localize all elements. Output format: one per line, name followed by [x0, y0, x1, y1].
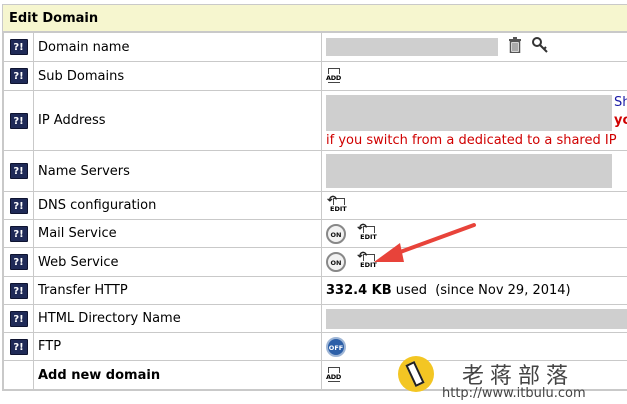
help-icon[interactable]: ?! — [9, 282, 28, 299]
add-new-domain-label: Add new domain — [33, 360, 322, 390]
panel-title: Edit Domain — [3, 5, 627, 32]
help-icon[interactable]: ?! — [9, 112, 28, 129]
table-row: ?! Transfer HTTP 332.4 KB used (since No… — [3, 276, 627, 305]
edit-mail-icon[interactable]: ↶ EDIT — [356, 222, 380, 245]
add-subdomain-icon[interactable]: ADD — [326, 67, 342, 85]
table-row: ?! DNS configuration ↶ EDIT — [3, 191, 627, 220]
mail-service-label: Mail Service — [33, 219, 322, 248]
web-service-toggle[interactable]: ON — [326, 252, 346, 272]
help-icon[interactable]: ?! — [9, 39, 28, 55]
domain-name-value-redacted — [326, 38, 498, 56]
ip-warning: if you switch from a dedicated to a shar… — [326, 133, 617, 148]
edit-dns-icon[interactable]: ↶ EDIT — [326, 194, 350, 217]
html-directory-redacted[interactable] — [326, 308, 627, 329]
ip-note-text: you — [614, 113, 627, 128]
table-row: ?! Web Service ON ↶ EDIT — [3, 247, 627, 277]
table-row: ?! Name Servers — [3, 150, 627, 192]
watermark-url: http://www.itbulu.com — [442, 386, 586, 401]
transfer-used-text: used — [395, 283, 428, 298]
ip-select-redacted[interactable] — [326, 95, 612, 131]
html-directory-label: HTML Directory Name — [33, 304, 322, 333]
table-row: ?! HTML Directory Name — [3, 304, 627, 333]
domain-name-label: Domain name — [33, 32, 322, 62]
table-row: ?! Mail Service ON ↶ EDIT — [3, 219, 627, 248]
key-icon[interactable] — [532, 37, 548, 57]
shared-ip-text: Sha — [614, 95, 627, 110]
watermark: 老蒋部落 http://www.itbulu.com — [398, 352, 627, 404]
domain-settings-table: ?! Domain name ?! Sub Domains ADD ?! IP … — [3, 32, 627, 390]
help-icon[interactable]: ?! — [9, 225, 28, 242]
ftp-toggle[interactable]: OFF — [326, 336, 346, 357]
web-service-label: Web Service — [33, 247, 322, 277]
edit-web-icon[interactable]: ↶ EDIT — [356, 250, 380, 273]
help-icon[interactable]: ?! — [9, 254, 28, 270]
help-icon[interactable]: ?! — [9, 310, 28, 327]
dns-configuration-label: DNS configuration — [33, 191, 322, 220]
add-domain-icon[interactable]: ADD — [326, 366, 342, 384]
help-icon[interactable]: ?! — [9, 68, 28, 84]
table-row: ?! IP Address Sha you if you switch from… — [3, 90, 627, 151]
edit-domain-panel: Edit Domain ?! Domain name ?! Sub Domain… — [2, 4, 627, 391]
pencil-logo-icon — [398, 356, 434, 392]
table-row: ?! Domain name — [3, 32, 627, 62]
sub-domains-label: Sub Domains — [33, 61, 322, 91]
help-icon[interactable]: ?! — [9, 338, 28, 355]
transfer-since-text: (since Nov 29, 2014) — [435, 283, 571, 298]
help-icon[interactable]: ?! — [9, 197, 28, 214]
help-icon[interactable]: ?! — [9, 163, 28, 179]
table-row: ?! Sub Domains ADD — [3, 61, 627, 91]
transfer-amount: 332.4 KB — [326, 283, 392, 298]
mail-service-toggle[interactable]: ON — [326, 223, 346, 244]
ftp-label: FTP — [33, 332, 322, 361]
ip-address-label: IP Address — [33, 90, 322, 151]
name-servers-label: Name Servers — [33, 150, 322, 192]
transfer-http-label: Transfer HTTP — [33, 276, 322, 305]
trash-icon[interactable] — [508, 37, 522, 57]
name-servers-redacted — [326, 154, 612, 188]
